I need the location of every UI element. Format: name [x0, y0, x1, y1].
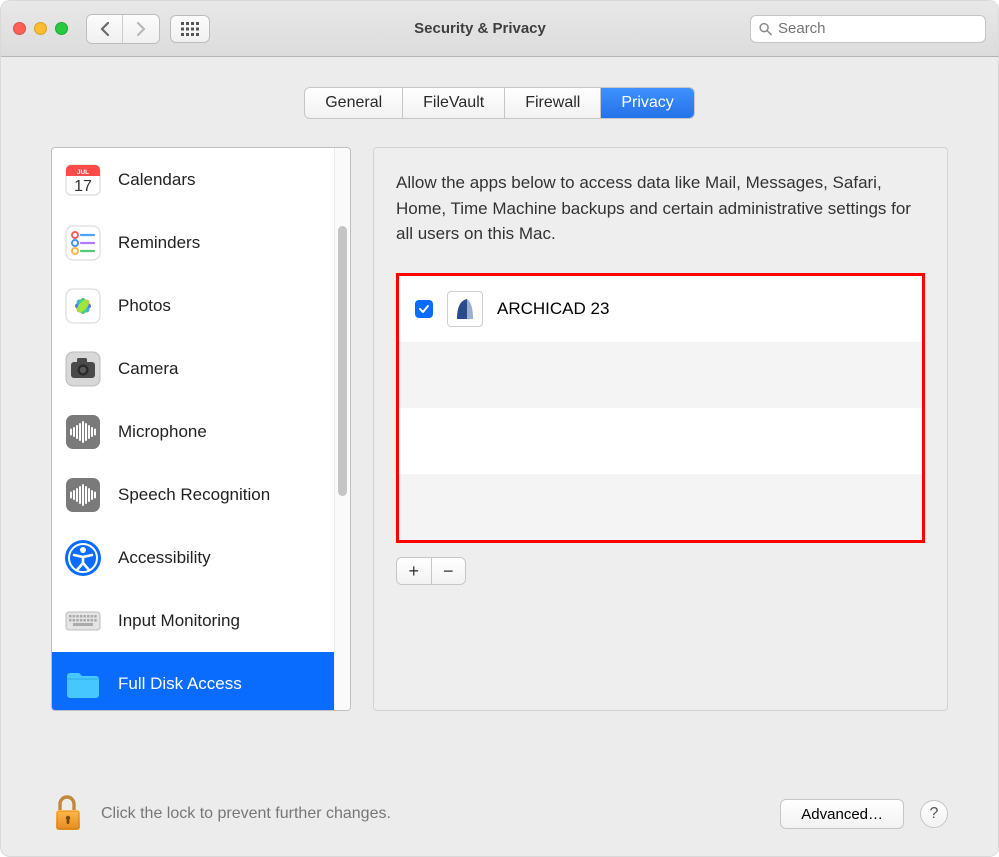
footer: Click the lock to prevent further change…: [1, 794, 998, 856]
accessibility-icon: [62, 537, 104, 579]
camera-icon: [62, 348, 104, 390]
detail-pane: Allow the apps below to access data like…: [373, 147, 948, 711]
archicad-icon: [447, 291, 483, 327]
sidebar-item-speech-recognition[interactable]: Speech Recognition: [52, 463, 334, 526]
sidebar-scrollbar[interactable]: [334, 148, 350, 710]
advanced-button[interactable]: Advanced…: [780, 799, 904, 829]
checkbox[interactable]: [415, 300, 433, 318]
sidebar-item-label: Calendars: [118, 170, 196, 190]
sidebar-item-accessibility[interactable]: Accessibility: [52, 526, 334, 589]
app-row-empty: [399, 408, 922, 474]
back-button[interactable]: [87, 15, 123, 43]
chevron-right-icon: [136, 22, 146, 36]
check-icon: [418, 303, 430, 315]
tab-privacy[interactable]: Privacy: [601, 88, 693, 118]
lock-hint-text: Click the lock to prevent further change…: [101, 805, 764, 823]
window-title: Security & Privacy: [220, 20, 740, 37]
scrollbar-thumb[interactable]: [338, 226, 347, 496]
sidebar-item-camera[interactable]: Camera: [52, 337, 334, 400]
sidebar-item-label: Input Monitoring: [118, 611, 240, 631]
tab-filevault[interactable]: FileVault: [403, 88, 505, 118]
sidebar-item-label: Accessibility: [118, 548, 211, 568]
help-button[interactable]: ?: [920, 800, 948, 828]
keyboard-icon: [62, 600, 104, 642]
sidebar-item-full-disk-access[interactable]: Full Disk Access: [52, 652, 334, 711]
sidebar-item-photos[interactable]: Photos: [52, 274, 334, 337]
app-name: ARCHICAD 23: [497, 299, 609, 319]
svg-text:17: 17: [74, 178, 92, 195]
sidebar-item-label: Speech Recognition: [118, 485, 270, 505]
app-list: ARCHICAD 23: [396, 273, 925, 543]
add-button[interactable]: +: [397, 558, 432, 584]
nav-back-forward: [86, 14, 160, 44]
minimize-icon[interactable]: [34, 22, 47, 35]
sidebar-item-label: Microphone: [118, 422, 207, 442]
panels: JUL 17 Calendars Reminders Photos Camera Micro…: [51, 147, 948, 784]
content-area: GeneralFileVaultFirewallPrivacy JUL 17 Cal…: [1, 57, 998, 794]
svg-text:JUL: JUL: [77, 169, 89, 176]
reminders-icon: [62, 222, 104, 264]
lock-icon[interactable]: [51, 794, 85, 834]
sidebar-item-label: Camera: [118, 359, 178, 379]
traffic-lights: [13, 22, 68, 35]
sidebar-item-label: Photos: [118, 296, 171, 316]
sidebar-item-calendars[interactable]: JUL 17 Calendars: [52, 148, 334, 211]
sidebar-item-label: Reminders: [118, 233, 200, 253]
sidebar-item-microphone[interactable]: Microphone: [52, 400, 334, 463]
speech-icon: [62, 474, 104, 516]
close-icon[interactable]: [13, 22, 26, 35]
search-icon: [759, 22, 772, 36]
app-row-empty: [399, 342, 922, 408]
chevron-left-icon: [100, 22, 110, 36]
folder-icon: [62, 663, 104, 705]
add-remove-control: + −: [396, 557, 466, 585]
photos-icon: [62, 285, 104, 327]
tab-bar: GeneralFileVaultFirewallPrivacy: [51, 87, 948, 119]
forward-button[interactable]: [123, 15, 159, 43]
titlebar: Security & Privacy: [1, 1, 998, 57]
detail-description: Allow the apps below to access data like…: [396, 170, 925, 247]
preferences-window: Security & Privacy GeneralFileVaultFirew…: [0, 0, 999, 857]
tab-firewall[interactable]: Firewall: [505, 88, 601, 118]
search-input[interactable]: [778, 20, 977, 37]
grid-icon: [181, 22, 199, 36]
maximize-icon[interactable]: [55, 22, 68, 35]
sidebar-item-reminders[interactable]: Reminders: [52, 211, 334, 274]
microphone-icon: [62, 411, 104, 453]
sidebar-item-input-monitoring[interactable]: Input Monitoring: [52, 589, 334, 652]
app-row-empty: [399, 474, 922, 540]
show-all-button[interactable]: [170, 15, 210, 43]
privacy-sidebar: JUL 17 Calendars Reminders Photos Camera Micro…: [51, 147, 351, 711]
sidebar-item-label: Full Disk Access: [118, 674, 242, 694]
search-field[interactable]: [750, 15, 986, 43]
tab-general[interactable]: General: [305, 88, 403, 118]
remove-button[interactable]: −: [432, 558, 466, 584]
app-row[interactable]: ARCHICAD 23: [399, 276, 922, 342]
calendar-icon: JUL 17: [62, 159, 104, 201]
